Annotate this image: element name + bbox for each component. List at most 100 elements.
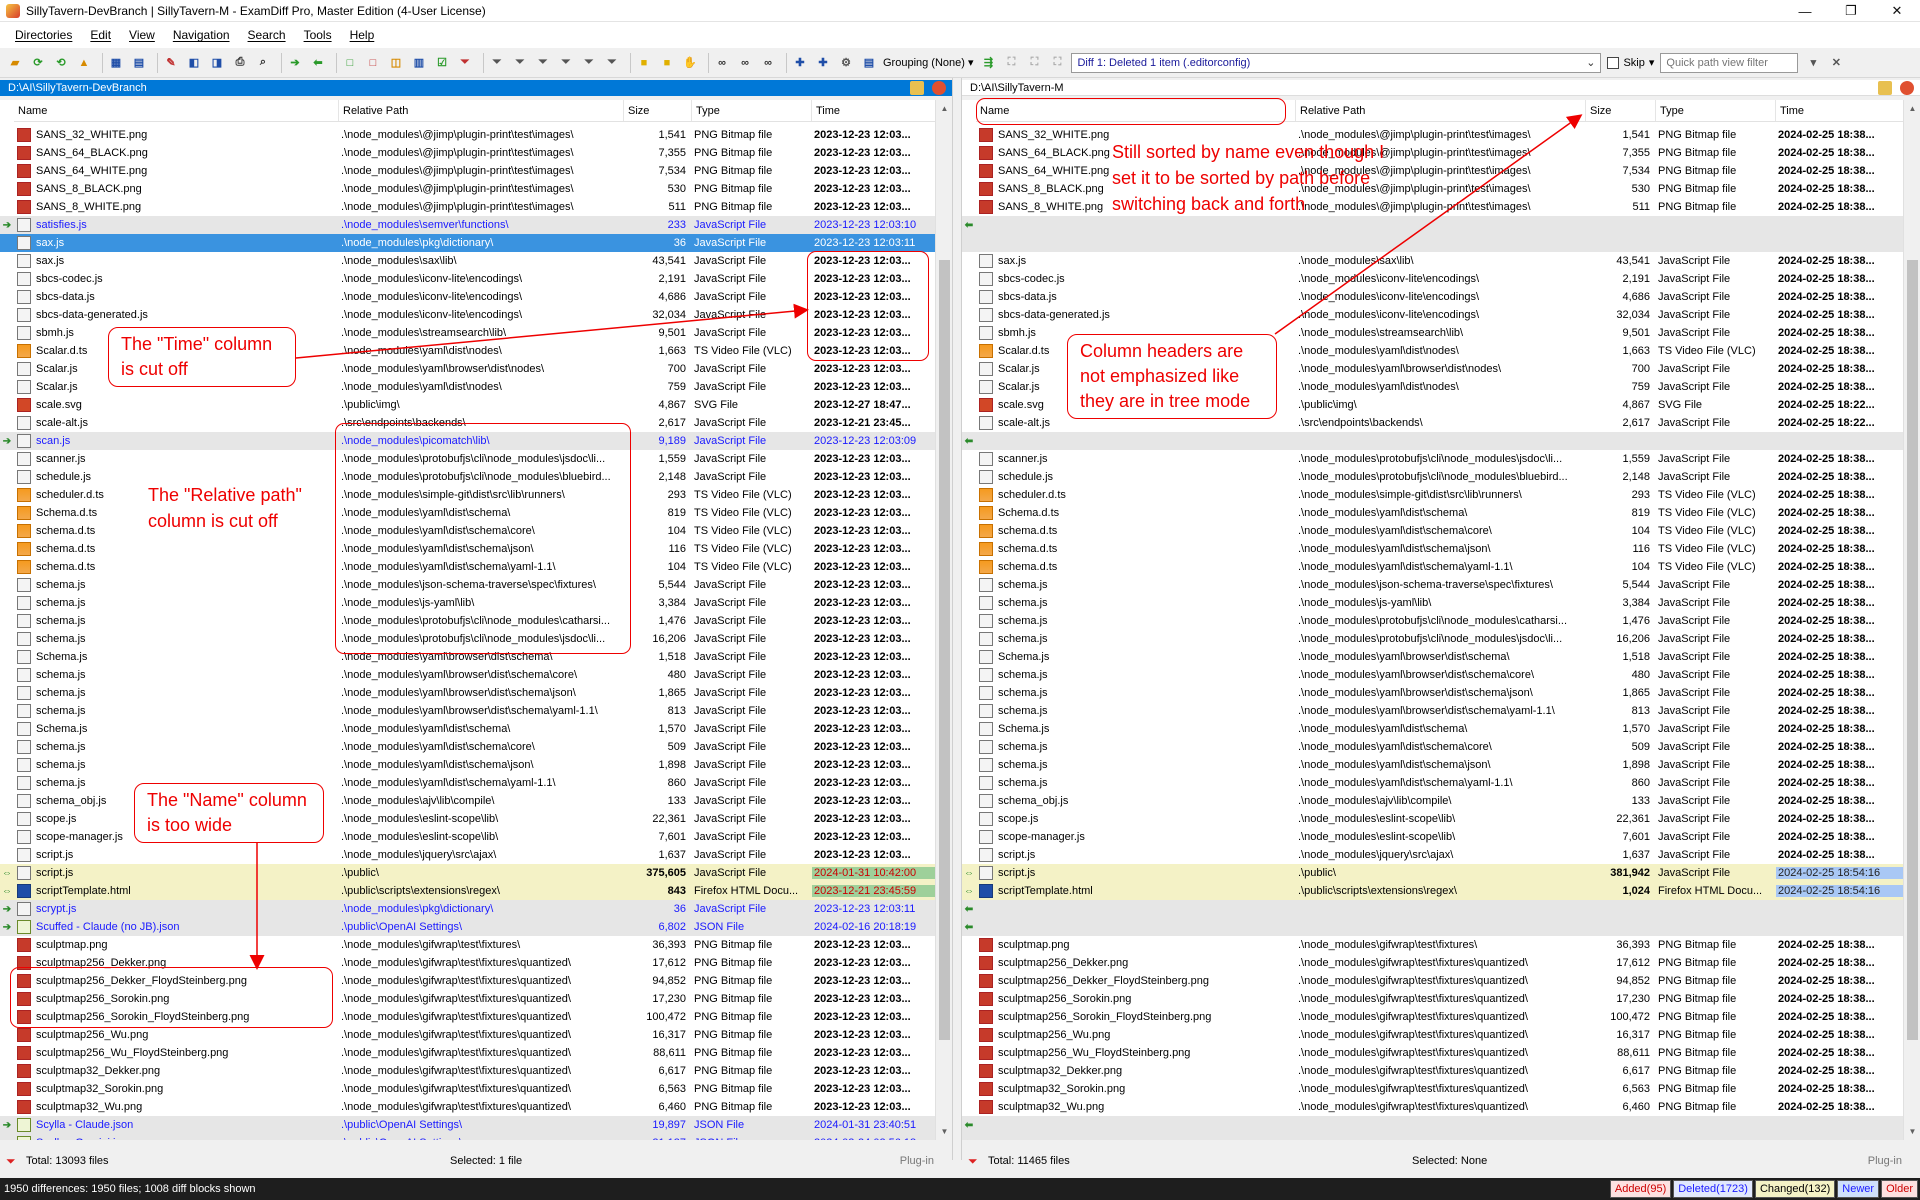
table-row[interactable]: schedule.js .\node_modules\protobufjs\cli… <box>962 468 1920 486</box>
filter-added-icon[interactable]: ⏷ <box>488 54 506 72</box>
table-row[interactable]: schema.js .\node_modules\yaml\dist\schema… <box>962 774 1920 792</box>
close-button[interactable]: ✕ <box>1874 0 1920 22</box>
table-row[interactable]: ⬅ <box>962 900 1920 918</box>
table-row[interactable]: Schema.d.ts .\node_modules\yaml\dist\sche… <box>962 504 1920 522</box>
table-row[interactable]: schema.d.ts .\node_modules\yaml\dist\sche… <box>0 558 952 576</box>
table-row[interactable]: scale-alt.js .\src\endpoints\backends\ 2,6… <box>0 414 952 432</box>
filter-changed-icon[interactable]: ⏷ <box>534 54 552 72</box>
left-plugin-label[interactable]: Plug-in <box>900 1155 934 1167</box>
table-row[interactable]: ⇔ scriptTemplate.html .\public\scripts\ext… <box>0 882 952 900</box>
print-icon[interactable]: ⎙ <box>231 54 249 72</box>
table-row[interactable]: schema.js .\node_modules\yaml\browser\dis… <box>962 702 1920 720</box>
folder-up-icon[interactable]: ▲ <box>75 54 93 72</box>
flat-view-icon[interactable]: ▤ <box>130 54 148 72</box>
table-row[interactable]: sax.js .\node_modules\sax\lib\ 43,541 JavaS… <box>0 252 952 270</box>
table-row[interactable]: SANS_8_BLACK.png .\node_modules\@jimp\plu… <box>0 180 952 198</box>
table-row[interactable]: sax.js .\node_modules\sax\lib\ 43,541 JavaS… <box>962 252 1920 270</box>
scroll-down-icon[interactable]: ▼ <box>1904 1123 1920 1140</box>
table-row[interactable]: SANS_8_BLACK.png .\node_modules\@jimp\plu… <box>962 180 1920 198</box>
table-row[interactable]: schema.js .\node_modules\json-schema-trav… <box>0 576 952 594</box>
left-path-bar[interactable]: D:\AI\SillyTavern-DevBranch <box>0 80 952 96</box>
table-row[interactable]: schema.js .\node_modules\yaml\browser\dis… <box>962 684 1920 702</box>
table-row[interactable]: SANS_64_BLACK.png .\node_modules\@jimp\pl… <box>0 144 952 162</box>
scroll-up-icon[interactable]: ▲ <box>936 100 952 117</box>
scroll-down-icon[interactable]: ▼ <box>936 1123 952 1140</box>
table-row[interactable]: scheduler.d.ts .\node_modules\simple-git\… <box>962 486 1920 504</box>
table-row[interactable]: schedule.js .\node_modules\protobufjs\cli… <box>0 468 952 486</box>
table-row[interactable]: sculptmap32_Sorokin.png .\node_modules\gi… <box>0 1080 952 1098</box>
column-header-path[interactable]: Relative Path <box>1296 100 1586 121</box>
table-row[interactable]: sculptmap256_Sorokin.png .\node_modules\g… <box>962 990 1920 1008</box>
left-file-list[interactable]: Name Relative Path Size Type Time SANS_3… <box>0 100 952 1140</box>
column-header-type[interactable]: Type <box>1656 100 1776 121</box>
deleted-badge[interactable]: Deleted(1723) <box>1673 1180 1753 1198</box>
table-row[interactable]: ➔ satisfies.js .\node_modules\semver\funct… <box>0 216 952 234</box>
table-row[interactable]: schema.d.ts .\node_modules\yaml\dist\sche… <box>962 558 1920 576</box>
table-row[interactable]: ⬅ <box>962 216 1920 234</box>
table-row[interactable]: schema.js .\node_modules\json-schema-trav… <box>962 576 1920 594</box>
table-row[interactable]: sculptmap.png .\node_modules\gifwrap\test… <box>962 936 1920 954</box>
filter-clear-icon[interactable]: ⏷ <box>603 54 621 72</box>
table-row[interactable]: scale.svg .\public\img\ 4,867 SVG File 2023-… <box>0 396 952 414</box>
table-row[interactable]: ⬅ <box>962 1116 1920 1134</box>
table-row[interactable]: sculptmap256_Dekker.png .\node_modules\gi… <box>962 954 1920 972</box>
table-row[interactable]: sculptmap32_Wu.png .\node_modules\gifwrap… <box>962 1098 1920 1116</box>
table-row[interactable]: sbcs-data-generated.js .\node_modules\ico… <box>0 306 952 324</box>
menu-tools[interactable]: Tools <box>295 28 341 42</box>
open-folder-icon[interactable]: ▰ <box>6 54 24 72</box>
table-row[interactable]: schema.js .\node_modules\protobufjs\cli\n… <box>962 630 1920 648</box>
expand-all-icon[interactable]: ⛶ <box>1048 54 1066 72</box>
column-header-name[interactable]: Name <box>14 100 339 121</box>
collapse-icon[interactable]: ⛶ <box>1002 54 1020 72</box>
column-header-time[interactable]: Time <box>1776 100 1906 121</box>
show-right-only-icon[interactable]: ▥ <box>410 54 428 72</box>
filter-icon[interactable]: ⏷ <box>456 54 474 72</box>
menu-search[interactable]: Search <box>239 28 295 42</box>
folder-icon[interactable] <box>1878 81 1892 95</box>
left-scrollbar[interactable]: ▲ ▼ <box>935 100 952 1140</box>
menu-help[interactable]: Help <box>341 28 384 42</box>
show-different-icon[interactable]: □ <box>364 54 382 72</box>
table-row[interactable]: Schema.js .\node_modules\yaml\dist\schema… <box>962 720 1920 738</box>
find-prev-icon[interactable]: ∞ <box>759 54 777 72</box>
arrow-right-icon[interactable]: ➔ <box>286 54 304 72</box>
table-row[interactable]: scope.js .\node_modules\eslint-scope\lib\… <box>962 810 1920 828</box>
table-row[interactable]: sculptmap256_Sorokin.png .\node_modules\g… <box>0 990 952 1008</box>
table-row[interactable]: sculptmap256_Wu.png .\node_modules\gifwra… <box>962 1026 1920 1044</box>
table-row[interactable]: sculptmap256_Dekker_FloydSteinberg.png .\… <box>962 972 1920 990</box>
table-row[interactable]: schema.js .\node_modules\js-yaml\lib\ 3,38… <box>0 594 952 612</box>
table-row[interactable]: sculptmap.png .\node_modules\gifwrap\test… <box>0 936 952 954</box>
expand-icon[interactable]: ⇶ <box>979 54 997 72</box>
scroll-up-icon[interactable]: ▲ <box>1904 100 1920 117</box>
table-row[interactable]: schema.js .\node_modules\yaml\browser\dis… <box>0 666 952 684</box>
filter-icon[interactable]: ⏷ <box>968 1154 982 1168</box>
newer-badge[interactable]: Newer <box>1837 1180 1880 1198</box>
filter-older-icon[interactable]: ⏷ <box>580 54 598 72</box>
browse-icon[interactable] <box>932 81 946 95</box>
table-row[interactable]: script.js .\node_modules\jquery\src\ajax\… <box>0 846 952 864</box>
table-row[interactable]: schema.js .\node_modules\yaml\dist\schema… <box>962 738 1920 756</box>
filter-newer-icon[interactable]: ⏷ <box>557 54 575 72</box>
column-header-size[interactable]: Size <box>624 100 692 121</box>
column-header-size[interactable]: Size <box>1586 100 1656 121</box>
table-row[interactable]: scheduler.d.ts .\node_modules\simple-git\… <box>0 486 952 504</box>
older-badge[interactable]: Older <box>1881 1180 1918 1198</box>
quick-path-filter-input[interactable] <box>1660 52 1799 73</box>
table-row[interactable]: SANS_8_WHITE.png .\node_modules\@jimp\plu… <box>962 198 1920 216</box>
table-row[interactable]: schema.js .\node_modules\yaml\dist\schema… <box>962 756 1920 774</box>
table-row[interactable]: sculptmap32_Sorokin.png .\node_modules\gi… <box>962 1080 1920 1098</box>
plugin-icon[interactable]: ✚ <box>791 54 809 72</box>
menu-edit[interactable]: Edit <box>81 28 120 42</box>
refresh-icon[interactable]: ⟳ <box>29 54 47 72</box>
table-row[interactable]: SANS_32_WHITE.png .\node_modules\@jimp\pl… <box>962 126 1920 144</box>
table-row[interactable]: ➔ scrypt.js .\node_modules\pkg\dictionary\… <box>0 900 952 918</box>
table-row[interactable]: sculptmap256_Wu_FloydSteinberg.png .\node… <box>0 1044 952 1062</box>
table-row[interactable]: ➔ Scylla - Claude.json .\public\OpenAI Set… <box>0 1116 952 1134</box>
table-row[interactable]: ⇔ script.js .\public\ 375,605 JavaScript Fil… <box>0 864 952 882</box>
table-row[interactable]: schema.js .\node_modules\yaml\browser\dis… <box>962 666 1920 684</box>
table-row[interactable]: schema.d.ts .\node_modules\yaml\dist\sche… <box>962 540 1920 558</box>
table-row[interactable]: ➔ Scuffed - Claude (no JB).json .\public\O… <box>0 918 952 936</box>
filter-clear-icon[interactable]: ✕ <box>1827 54 1845 72</box>
table-row[interactable]: Schema.js .\node_modules\yaml\dist\schema… <box>0 720 952 738</box>
table-row[interactable]: scanner.js .\node_modules\protobufjs\cli\… <box>962 450 1920 468</box>
